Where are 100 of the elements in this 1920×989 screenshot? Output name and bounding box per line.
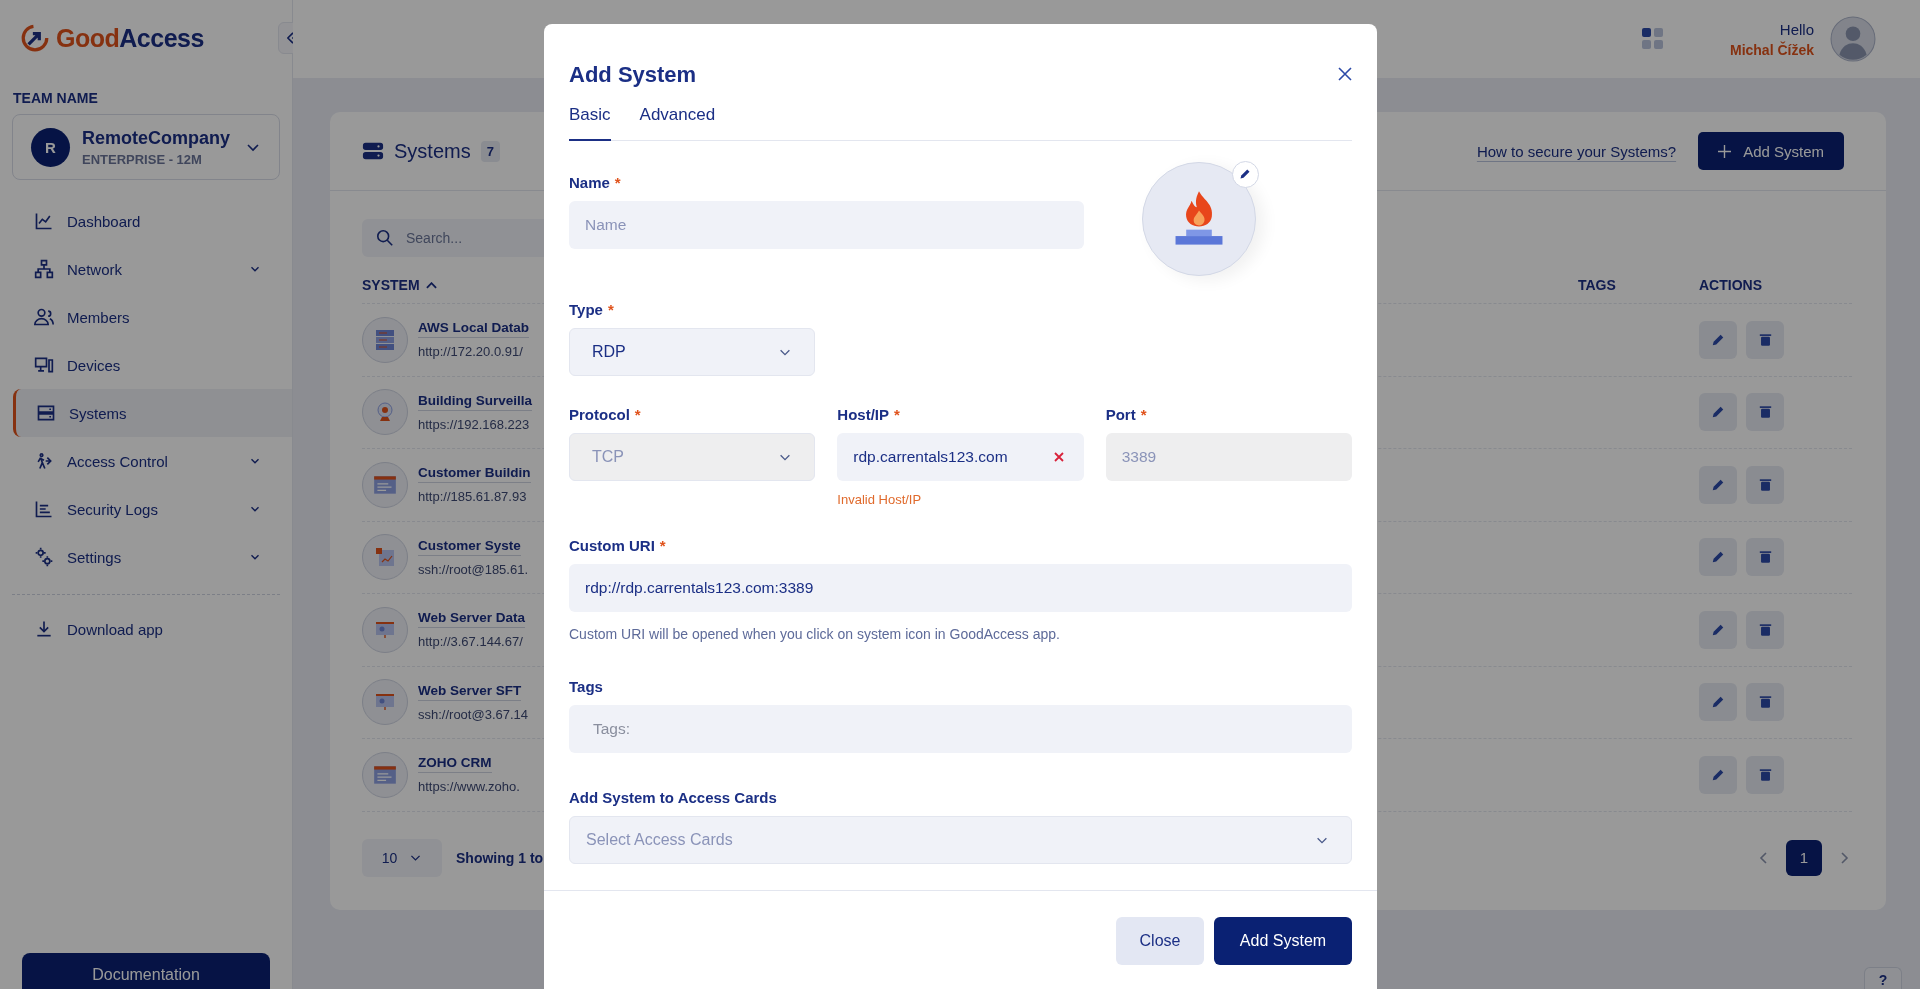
required-mark: * — [1140, 405, 1147, 423]
logo-icon — [20, 23, 50, 53]
system-name-link[interactable]: Web Server Data — [418, 610, 526, 629]
pencil-icon — [1711, 622, 1725, 637]
close-icon[interactable] — [1338, 67, 1352, 81]
delete-button[interactable] — [1746, 755, 1784, 794]
page-size-select[interactable]: 10 — [362, 838, 442, 877]
help-button[interactable]: ? — [1864, 967, 1902, 989]
system-url: https://www.zoho. — [418, 779, 520, 795]
trash-icon — [1758, 550, 1772, 565]
download-icon — [34, 619, 54, 639]
edit-button[interactable] — [1699, 465, 1737, 504]
host-input[interactable]: rdp.carrentals123.com — [837, 432, 1084, 481]
edit-button[interactable] — [1699, 320, 1737, 359]
team-selector[interactable]: R RemoteCompany ENTERPRISE - 12M — [12, 114, 280, 180]
webcam-icon — [362, 389, 408, 436]
pencil-icon — [1711, 332, 1725, 347]
trash-icon — [1758, 477, 1772, 492]
delete-button[interactable] — [1746, 683, 1784, 722]
delete-button[interactable] — [1746, 610, 1784, 649]
edit-button[interactable] — [1699, 610, 1737, 649]
type-select[interactable]: RDP — [569, 327, 816, 376]
delete-button[interactable] — [1746, 320, 1784, 359]
pencil-icon — [1711, 550, 1725, 565]
system-name-link[interactable]: AWS Local Datab — [418, 320, 530, 339]
pencil-icon — [1711, 405, 1725, 420]
nav-item[interactable]: Devices — [0, 341, 292, 389]
close-button[interactable]: Close — [1116, 916, 1204, 965]
edit-button[interactable] — [1699, 393, 1737, 432]
add-system-button[interactable]: Add System — [1698, 132, 1844, 170]
trash-icon — [1758, 332, 1772, 347]
trash-icon — [1758, 622, 1772, 637]
plus-icon — [1718, 144, 1732, 158]
delete-button[interactable] — [1746, 393, 1784, 432]
nav-item[interactable]: Network — [0, 245, 292, 293]
team-plan: ENTERPRISE - 12M — [82, 151, 203, 167]
system-name-link[interactable]: Web Server SFT — [418, 682, 522, 701]
nav-item[interactable]: Dashboard — [0, 197, 292, 245]
browser-window-icon — [362, 461, 408, 508]
tags-input[interactable]: Tags: — [569, 704, 1352, 753]
required-mark: * — [614, 173, 621, 191]
documentation-button[interactable]: Documentation — [22, 953, 270, 989]
field-label: Name — [569, 173, 610, 191]
pencil-icon — [1239, 168, 1252, 180]
column-header[interactable]: SYSTEM — [362, 277, 420, 293]
trash-icon — [1758, 405, 1772, 420]
nav-item[interactable]: Security Logs — [0, 485, 292, 533]
presentation-screen-icon — [362, 679, 408, 726]
system-name-link[interactable]: Building Surveilla — [418, 392, 533, 411]
system-name-link[interactable]: Customer Syste — [418, 537, 521, 556]
nav-item[interactable]: Settings — [0, 533, 292, 581]
field-label: Custom URI — [569, 536, 655, 554]
field-label: Protocol — [569, 405, 630, 423]
edit-button[interactable] — [1699, 538, 1737, 577]
caret-up-icon[interactable] — [425, 281, 437, 289]
error-message: Invalid Host/IP — [837, 491, 923, 507]
delete-button[interactable] — [1746, 538, 1784, 577]
page-button[interactable]: 1 — [1786, 839, 1822, 876]
server-icon — [362, 316, 408, 363]
field-label: Type — [569, 300, 603, 318]
network-icon — [34, 259, 54, 279]
submit-button[interactable]: Add System — [1214, 916, 1352, 965]
required-mark: * — [634, 405, 641, 423]
system-url: ssh://root@3.67.14 — [418, 706, 529, 722]
system-name-link[interactable]: Customer Buildin — [418, 465, 531, 484]
system-url: http://185.61.87.93 — [418, 489, 528, 505]
showing-text: Showing 1 to — [456, 849, 544, 866]
system-url: https://192.168.223 — [418, 416, 531, 432]
clear-icon[interactable] — [1053, 451, 1064, 462]
column-header: ACTIONS — [1699, 277, 1762, 293]
pencil-icon — [1711, 477, 1725, 492]
user-name[interactable]: Michal Čížek — [1729, 41, 1814, 58]
required-mark: * — [894, 405, 900, 423]
presentation-screen-icon — [362, 606, 408, 653]
column-header: TAGS — [1578, 277, 1616, 293]
edit-image-button[interactable] — [1231, 160, 1259, 188]
tab[interactable]: Basic — [569, 105, 611, 141]
system-name-link[interactable]: ZOHO CRM — [418, 755, 492, 774]
nav-item[interactable]: Members — [0, 293, 292, 341]
delete-button[interactable] — [1746, 465, 1784, 504]
edit-button[interactable] — [1699, 755, 1737, 794]
apps-grid-icon[interactable] — [1641, 28, 1664, 50]
field-label: Port — [1105, 405, 1136, 423]
nav-item[interactable]: Systems — [13, 389, 292, 437]
field-label: Host/IP — [837, 405, 889, 423]
systems-count-badge: 7 — [480, 140, 500, 162]
edit-button[interactable] — [1699, 683, 1737, 722]
tab[interactable]: Advanced — [639, 105, 716, 141]
download-link[interactable]: Download app — [0, 605, 292, 653]
user-avatar-icon[interactable] — [1830, 16, 1876, 62]
team-initial-avatar: R — [31, 127, 70, 167]
help-link[interactable]: How to secure your Systems? — [1476, 142, 1677, 160]
required-mark: * — [659, 536, 666, 554]
server-icon — [362, 140, 384, 162]
search-icon — [376, 229, 394, 247]
team-name: RemoteCompany — [82, 127, 232, 149]
nav-item[interactable]: Access Control — [0, 437, 292, 485]
name-input[interactable]: Name — [569, 200, 1084, 249]
custom-uri-input[interactable]: rdp://rdp.carrentals123.com:3389 — [569, 563, 1352, 612]
trash-icon — [1758, 695, 1772, 710]
